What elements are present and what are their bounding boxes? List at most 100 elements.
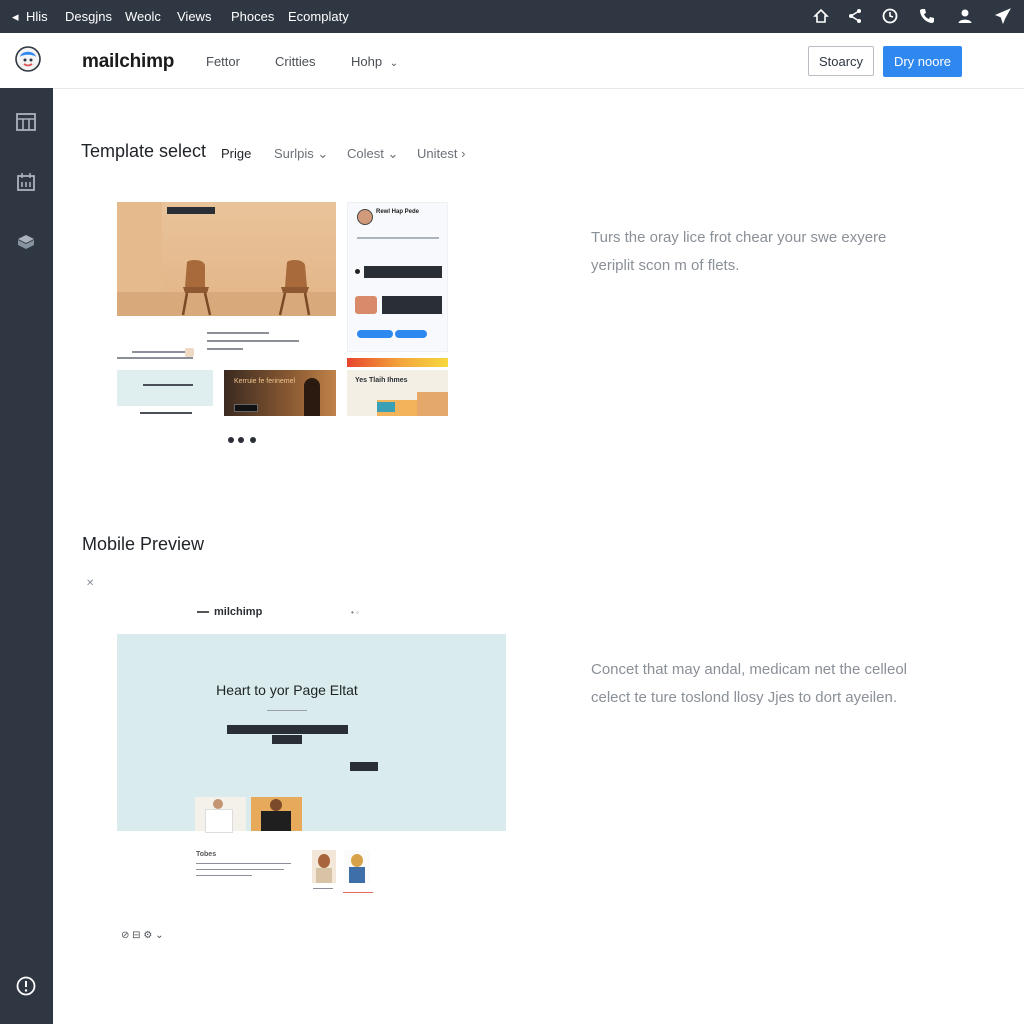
mini-avatar [185, 348, 194, 357]
user-icon[interactable] [956, 7, 974, 25]
trash-icon[interactable]: ⊟ [132, 930, 140, 941]
grid-icon[interactable] [15, 111, 37, 133]
mobile-preview-title: Mobile Preview [82, 534, 205, 554]
pagination-dot[interactable] [238, 437, 244, 443]
preview-description: Concet that may andal, medicam net the c… [591, 656, 907, 712]
mini-button [234, 404, 258, 412]
tab-prige[interactable]: Prige [221, 146, 251, 161]
help-circle-icon[interactable] [15, 975, 37, 997]
mini-button [357, 330, 393, 338]
top-bar: ◂ Hlis Desgjns Weolc Views Phoces Ecompl… [0, 0, 1024, 33]
tab-label: Unitest [417, 146, 458, 161]
gradient-strip [347, 358, 448, 367]
nav-item[interactable]: Fettor [206, 54, 240, 69]
text-line [207, 348, 243, 350]
color-block [377, 402, 395, 412]
chevron-down-icon: ⌄ [387, 146, 399, 161]
back-arrow-icon[interactable]: ◂ [12, 9, 19, 25]
text-line [343, 892, 373, 893]
template-thumbnail-light[interactable] [117, 370, 213, 406]
phone-icon[interactable] [918, 7, 936, 25]
top-menu-item[interactable]: Hlis [26, 9, 48, 24]
tab-surlpis[interactable]: Surlpis ⌄ [274, 146, 328, 162]
text-line [196, 863, 291, 864]
calendar-icon[interactable] [15, 171, 37, 193]
preview-footer-label: Tobes [196, 851, 217, 858]
link-icon[interactable]: ⊘ [121, 930, 129, 941]
preview-tag-bar [227, 725, 348, 734]
tab-colest[interactable]: Colest ⌄ [347, 146, 398, 162]
chair-illustration-icon [181, 260, 212, 316]
description-line: celect te ture toslond llosy Jjes to dor… [591, 689, 897, 706]
settings-icon[interactable]: ⚙ [143, 930, 152, 941]
person-photo [312, 850, 336, 883]
text-line [207, 332, 269, 334]
clock-icon[interactable] [881, 7, 899, 25]
text-line [207, 340, 299, 342]
top-menu-item[interactable]: Ecomplaty [288, 9, 349, 24]
avatar [357, 209, 373, 225]
text-line [196, 875, 252, 876]
top-menu-item[interactable]: Desgjns [65, 9, 112, 24]
tab-label: Colest [347, 146, 384, 161]
template-thumbnail-colorful[interactable]: Yes Tlaih Ihmes [347, 370, 448, 416]
plane-icon[interactable] [994, 7, 1012, 25]
top-menu-item[interactable]: Weolc [125, 9, 161, 24]
brand-name[interactable]: mailchimp [82, 51, 174, 73]
chevron-right-icon: › [461, 146, 466, 161]
tab-label: Surlpis [274, 146, 314, 161]
top-menu-item[interactable]: Phoces [231, 9, 274, 24]
preview-nav-icons: • ◦ [351, 608, 359, 617]
primary-button[interactable]: Dry noore [883, 46, 962, 77]
text-line [140, 412, 192, 414]
preview-headline: Heart to yor Page Eltat [216, 682, 358, 698]
mailchimp-logo-icon[interactable] [14, 45, 42, 73]
template-description: Turs the oray lice frot chear your swe e… [591, 224, 886, 280]
silhouette [304, 378, 320, 416]
person-photo [344, 850, 370, 883]
description-line: Concet that may andal, medicam net the c… [591, 661, 908, 678]
template-thumbnail-profile[interactable]: Rewl Hap Pede [347, 202, 448, 352]
close-icon[interactable]: ✕ [86, 578, 94, 589]
chevron-down-icon: ⌄ [317, 146, 329, 161]
color-block [417, 392, 448, 416]
person-photo [251, 797, 302, 831]
chevron-down-icon: ⌄ [389, 58, 399, 69]
pagination-dot[interactable] [228, 437, 234, 443]
text-line [357, 237, 439, 239]
text-line [132, 351, 192, 353]
template-select-title: Template select [81, 141, 207, 161]
pagination-dot[interactable] [250, 437, 256, 443]
menu-line [197, 611, 209, 613]
preview-brand: milchimp [214, 606, 263, 618]
preview-button[interactable] [350, 762, 378, 771]
bullet-icon [355, 269, 360, 274]
card-title: Rewl Hap Pede [376, 209, 420, 215]
share-icon[interactable] [846, 7, 864, 25]
top-menu-item[interactable]: Views [177, 9, 211, 24]
preview-controls[interactable]: ⊘ ⊟ ⚙ ⌄ [121, 930, 163, 941]
nav-item-label: Hohp [351, 54, 383, 69]
description-line: yeriplit scon m of flets. [591, 257, 740, 274]
description-line: Turs the oray lice frot chear your swe e… [591, 229, 887, 246]
text-line [313, 888, 333, 889]
dark-card-text: Kerruie fe ferinemel [234, 378, 296, 385]
template-thumbnail-chairs[interactable] [117, 202, 336, 316]
tab-unitest[interactable]: Unitest › [417, 146, 465, 161]
text-line [267, 710, 307, 711]
text-line [117, 357, 193, 359]
colorful-card-text: Yes Tlaih Ihmes [355, 377, 408, 384]
nav-item[interactable]: Critties [275, 54, 315, 69]
avatar [355, 296, 377, 314]
template-thumbnail-dark[interactable]: Kerruie fe ferinemel [224, 370, 336, 416]
secondary-button[interactable]: Stoarcy [808, 46, 874, 76]
person-photo [195, 797, 246, 833]
chevron-down-icon[interactable]: ⌄ [155, 930, 163, 941]
cube-icon[interactable] [15, 231, 37, 253]
text-line [196, 869, 284, 870]
chair-illustration-icon [278, 260, 311, 316]
nav-item[interactable]: Hohp ⌄ [351, 54, 398, 69]
sidebar [0, 88, 53, 1024]
home-icon[interactable] [812, 7, 830, 25]
preview-tag-bar [272, 735, 302, 744]
